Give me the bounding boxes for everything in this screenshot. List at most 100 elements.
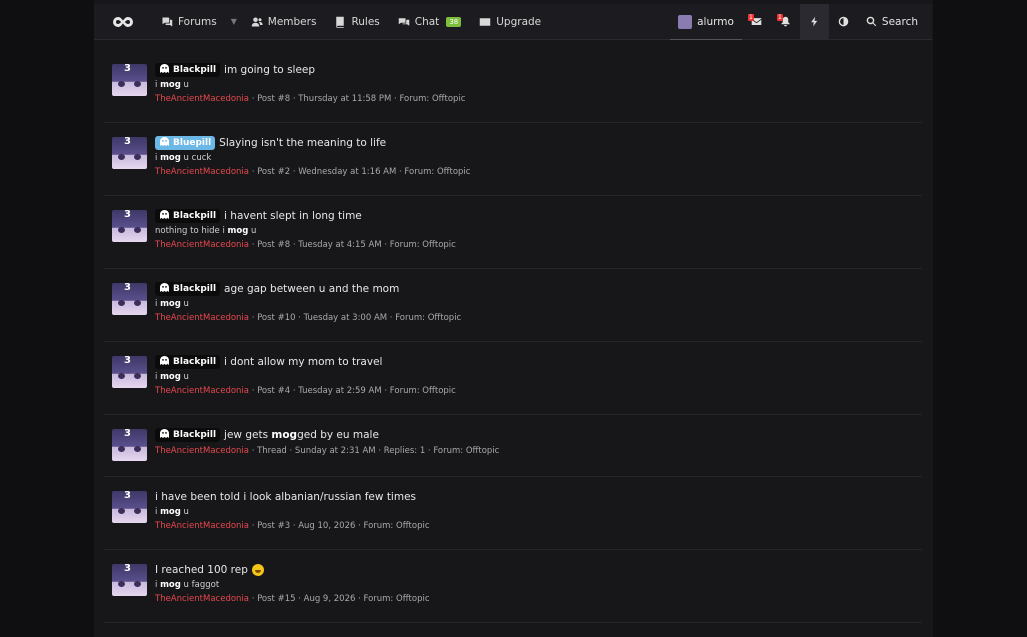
result-meta: TheAncientMacedonia · Post #2 · Wednesda… xyxy=(155,167,470,178)
search-results-list: 3 Blackpill im going to sleep i mog u TheAnc… xyxy=(104,50,922,623)
prefix-badge: Blackpill xyxy=(155,209,221,223)
users-icon xyxy=(251,17,263,26)
result-title[interactable]: Blackpill jew gets mogged by eu male xyxy=(155,427,499,443)
inbox-count-badge: 1 xyxy=(747,13,754,21)
author-link[interactable]: TheAncientMacedonia xyxy=(155,167,249,177)
result-title-text[interactable]: i havent slept in long time xyxy=(224,210,362,222)
nav-forums[interactable]: Forums xyxy=(152,4,226,40)
result-row[interactable]: 3 I reached 100 rep i mog u faggot TheAncie… xyxy=(104,550,922,623)
nav-members-label: Members xyxy=(267,15,317,28)
snippet-part: nothing to hide i xyxy=(155,226,228,236)
avatar[interactable]: 3 xyxy=(112,210,147,242)
nav-rules[interactable]: Rules xyxy=(325,4,388,40)
result-row[interactable]: 3 Blackpill age gap between u and the mom i… xyxy=(104,269,922,342)
inbox-button[interactable]: 1 xyxy=(742,4,771,40)
avatar[interactable]: 3 xyxy=(112,64,147,96)
result-title[interactable]: Blackpill i havent slept in long time xyxy=(155,208,456,224)
author-link[interactable]: TheAncientMacedonia xyxy=(155,94,249,104)
avatar[interactable]: 3 xyxy=(112,429,147,461)
avatar-number: 3 xyxy=(124,429,131,439)
snippet-highlight: mog xyxy=(160,80,181,90)
chevron-down-icon[interactable]: ▼ xyxy=(226,17,242,26)
author-link[interactable]: TheAncientMacedonia xyxy=(155,240,249,250)
result-title-text[interactable]: jew gets mogged by eu male xyxy=(224,429,379,441)
result-title[interactable]: I reached 100 rep xyxy=(155,562,430,578)
author-link[interactable]: TheAncientMacedonia xyxy=(155,446,249,456)
result-title-text[interactable]: i have been told i look albanian/russian… xyxy=(155,491,416,503)
result-title-text[interactable]: i dont allow my mom to travel xyxy=(224,356,382,368)
avatar-number: 3 xyxy=(124,491,131,501)
nav-chat[interactable]: Chat 38 xyxy=(389,4,470,40)
result-title[interactable]: Bluepill Slaying isn't the meaning to lif… xyxy=(155,135,470,151)
prefix-label: Blackpill xyxy=(173,284,217,294)
snippet-highlight: mog xyxy=(160,372,181,382)
result-snippet: i mog u xyxy=(155,372,456,383)
result-row[interactable]: 3 Blackpill i havent slept in long time not… xyxy=(104,196,922,269)
meta-details: · Post #3 · Aug 10, 2026 · Forum: Offtop… xyxy=(249,521,430,531)
result-title[interactable]: Blackpill i dont allow my mom to travel xyxy=(155,354,456,370)
avatar xyxy=(678,14,693,29)
result-meta: TheAncientMacedonia · Post #8 · Thursday… xyxy=(155,94,465,105)
author-link[interactable]: TheAncientMacedonia xyxy=(155,386,249,396)
result-title-text[interactable]: Slaying isn't the meaning to life xyxy=(219,137,386,149)
avatar[interactable]: 3 xyxy=(112,491,147,523)
grin-emoji xyxy=(251,564,264,576)
avatar[interactable]: 3 xyxy=(112,564,147,596)
user-menu[interactable]: alurmo xyxy=(670,4,742,40)
logo-icon[interactable] xyxy=(94,4,152,40)
result-title[interactable]: Blackpill age gap between u and the mom xyxy=(155,281,461,297)
result-title-text[interactable]: age gap between u and the mom xyxy=(224,283,399,295)
result-row[interactable]: 3 Bluepill Slaying isn't the meaning to li… xyxy=(104,123,922,196)
avatar[interactable]: 3 xyxy=(112,137,147,169)
bolt-icon xyxy=(810,16,818,27)
snippet-highlight: mog xyxy=(160,153,181,163)
prefix-badge: Bluepill xyxy=(155,136,216,150)
prefix-badge: Blackpill xyxy=(155,355,221,369)
result-snippet: i mog u xyxy=(155,507,430,518)
result-row[interactable]: 3 Blackpill jew gets mogged by eu male TheA… xyxy=(104,415,922,477)
avatar[interactable]: 3 xyxy=(112,356,147,388)
ghost-icon xyxy=(159,429,170,441)
prefix-label: Blackpill xyxy=(173,211,217,221)
ghost-icon xyxy=(159,64,170,76)
author-link[interactable]: TheAncientMacedonia xyxy=(155,594,249,604)
author-link[interactable]: TheAncientMacedonia xyxy=(155,521,249,531)
result-meta: TheAncientMacedonia · Post #15 · Aug 9, … xyxy=(155,594,430,605)
result-row[interactable]: 3 Blackpill i dont allow my mom to travel i… xyxy=(104,342,922,415)
prefix-badge: Blackpill xyxy=(155,282,221,296)
snippet-part: u faggot xyxy=(180,580,220,590)
result-row[interactable]: 3 Blackpill im going to sleep i mog u TheAnc… xyxy=(104,50,922,123)
nav-upgrade[interactable]: Upgrade xyxy=(470,4,550,40)
avatar[interactable]: 3 xyxy=(112,283,147,315)
nav-members[interactable]: Members xyxy=(242,4,326,40)
author-link[interactable]: TheAncientMacedonia xyxy=(155,313,249,323)
theme-toggle-button[interactable] xyxy=(829,4,858,40)
ghost-icon xyxy=(159,210,170,222)
result-row[interactable]: 3 i have been told i look albanian/russia… xyxy=(104,477,922,550)
upgrade-icon xyxy=(479,17,491,26)
alerts-button[interactable]: 1 xyxy=(771,4,800,40)
snippet-part: u cuck xyxy=(180,153,212,163)
meta-details: · Post #15 · Aug 9, 2026 · Forum: Offtop… xyxy=(249,594,430,604)
nav-chat-label: Chat xyxy=(414,15,440,28)
snippet-part: u xyxy=(180,372,189,382)
snippet-highlight: mog xyxy=(160,580,181,590)
ghost-icon xyxy=(159,283,170,295)
title-highlight: mog xyxy=(271,429,298,441)
result-title[interactable]: Blackpill im going to sleep xyxy=(155,62,465,78)
snippet-part: u xyxy=(180,299,189,309)
result-snippet: i mog u xyxy=(155,299,461,310)
prefix-label: Bluepill xyxy=(173,138,212,148)
result-title-text[interactable]: I reached 100 rep xyxy=(155,564,248,576)
result-title[interactable]: i have been told i look albanian/russian… xyxy=(155,489,430,505)
whats-new-button[interactable] xyxy=(799,3,829,40)
result-title-text[interactable]: im going to sleep xyxy=(224,64,315,76)
avatar-number: 3 xyxy=(124,137,131,147)
result-meta: TheAncientMacedonia · Post #8 · Tuesday … xyxy=(155,240,456,251)
search-icon xyxy=(866,16,877,27)
avatar-number: 3 xyxy=(124,356,131,366)
search-button[interactable]: Search xyxy=(858,4,932,40)
meta-details: · Post #8 · Tuesday at 4:15 AM · Forum: … xyxy=(249,240,456,250)
avatar-number: 3 xyxy=(124,64,131,74)
top-navigation: Forums ▼ Members Rules Chat 38 Upgrade a… xyxy=(94,3,932,40)
